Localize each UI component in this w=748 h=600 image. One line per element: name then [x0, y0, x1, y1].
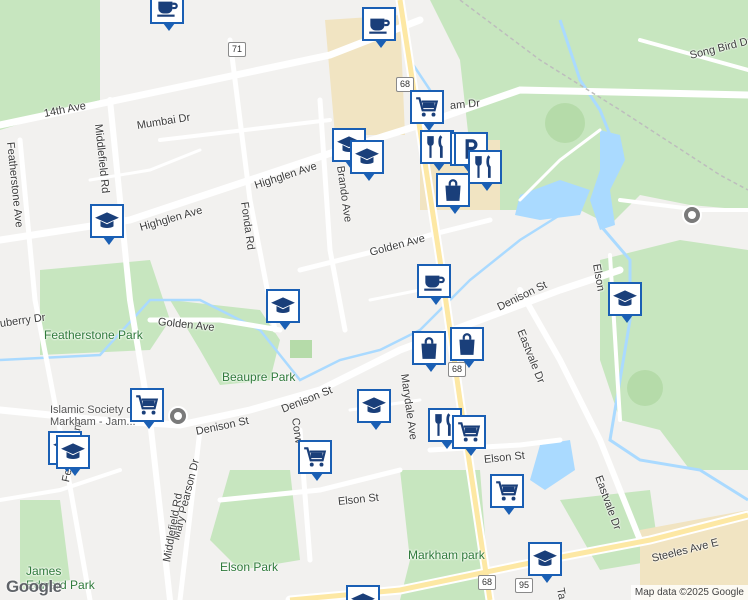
route-shield-68-south: 68 — [478, 575, 496, 590]
shopping-marker[interactable] — [450, 327, 484, 368]
shopping-icon — [416, 335, 442, 361]
shopping-icon — [440, 177, 466, 203]
park-label-beaupre: Beaupre Park — [222, 370, 296, 384]
school-marker[interactable] — [346, 585, 380, 600]
coffee-marker[interactable] — [417, 264, 451, 305]
coffee-marker[interactable] — [150, 0, 184, 31]
school-marker[interactable] — [528, 542, 562, 583]
school-icon — [361, 393, 387, 419]
place-of-worship-icon[interactable] — [682, 205, 702, 225]
coffee-icon — [154, 0, 180, 20]
shopping-marker[interactable] — [436, 173, 470, 214]
restaurant-icon — [472, 154, 498, 180]
cart-icon — [456, 419, 482, 445]
cart-icon — [134, 392, 160, 418]
map-canvas[interactable]: 14th Ave Mumbai Dr Middlefield Rd Feathe… — [0, 0, 748, 600]
school-icon — [94, 208, 120, 234]
school-icon — [270, 293, 296, 319]
park-label-markham: Markham park — [408, 548, 485, 562]
cart-marker[interactable] — [410, 90, 444, 131]
cart-marker[interactable] — [298, 440, 332, 481]
cart-icon — [494, 478, 520, 504]
cart-icon — [302, 444, 328, 470]
school-marker[interactable] — [266, 289, 300, 330]
school-marker[interactable] — [350, 140, 384, 181]
school-icon — [612, 286, 638, 312]
cart-marker[interactable] — [490, 474, 524, 515]
restaurant-marker[interactable] — [468, 150, 502, 191]
school-marker[interactable] — [357, 389, 391, 430]
coffee-icon — [366, 11, 392, 37]
park-label-elson: Elson Park — [220, 560, 279, 574]
school-icon — [60, 439, 86, 465]
cart-marker[interactable] — [130, 388, 164, 429]
school-marker[interactable] — [608, 282, 642, 323]
google-logo: Google — [6, 577, 62, 596]
cart-icon — [414, 94, 440, 120]
school-marker[interactable] — [90, 204, 124, 245]
route-shield-95: 95 — [515, 578, 533, 593]
shopping-icon — [454, 331, 480, 357]
school-marker[interactable] — [56, 435, 90, 476]
route-shield-71: 71 — [228, 42, 246, 57]
street-label-ta: Ta — [554, 586, 568, 600]
school-icon — [532, 546, 558, 572]
mosque-icon[interactable] — [168, 406, 188, 426]
coffee-marker[interactable] — [362, 7, 396, 48]
restaurant-icon — [424, 134, 450, 160]
coffee-icon — [421, 268, 447, 294]
shopping-marker[interactable] — [412, 331, 446, 372]
park-label-featherstone: Featherstone Park — [44, 328, 143, 342]
school-icon — [350, 589, 376, 600]
school-icon — [354, 144, 380, 170]
cart-marker[interactable] — [452, 415, 486, 456]
map-attribution[interactable]: Map data ©2025 Google — [630, 585, 748, 600]
restaurant-marker[interactable] — [420, 130, 454, 171]
